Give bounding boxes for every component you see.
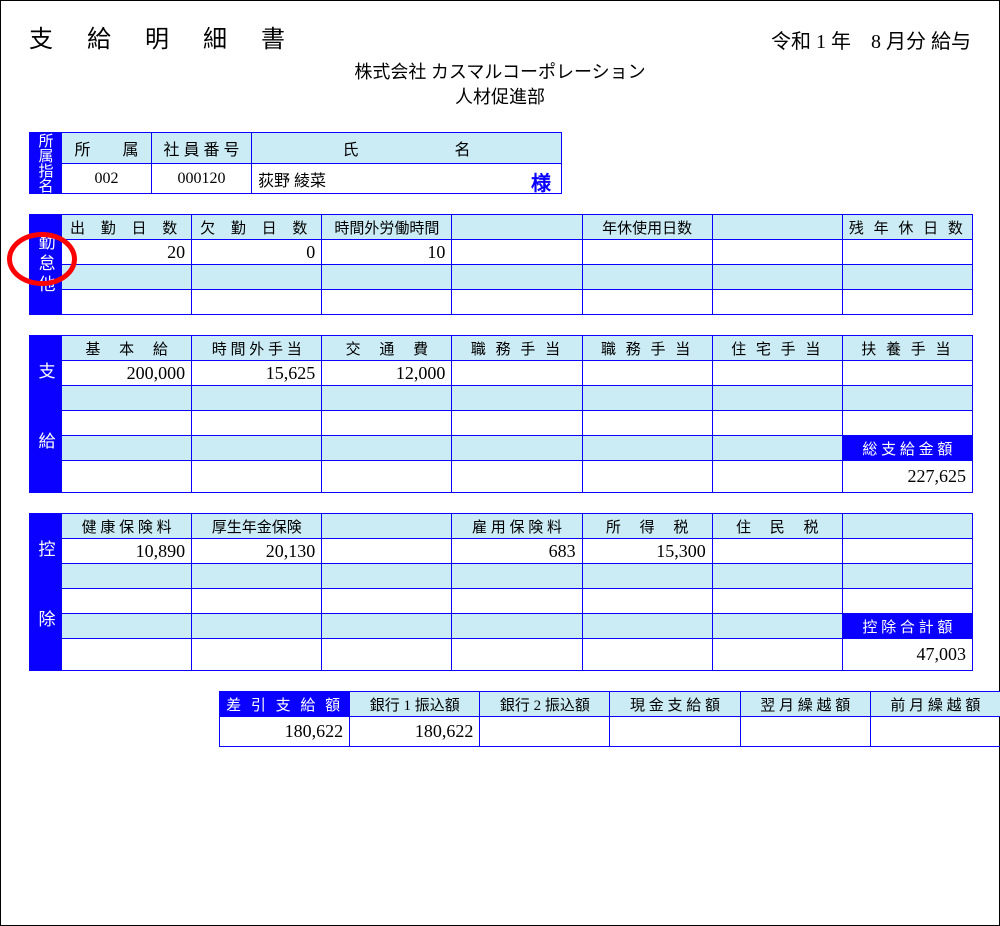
sum-v0: 180,622 <box>220 717 350 747</box>
sum-h5: 前 月 繰 越 額 <box>870 692 1000 717</box>
kojo-section: 控 除 健 康 保 険 料 厚生年金保険 雇 用 保 険 料 所 得 税 住 民… <box>29 513 973 671</box>
kojo-h5: 住 民 税 <box>712 514 842 539</box>
kojo-total: 47,003 <box>842 639 972 671</box>
sum-v3 <box>610 717 740 747</box>
kojo-side-label: 控 除 <box>29 513 61 671</box>
emp-h-name: 氏 名 <box>252 133 562 164</box>
kojo-h2 <box>322 514 452 539</box>
emp-id: 000120 <box>152 163 252 194</box>
shikyu-v4 <box>582 361 712 386</box>
shikyu-v5 <box>712 361 842 386</box>
summary-table: 差 引 支 給 額 銀行 1 振込額 銀行 2 振込額 現 金 支 給 額 翌 … <box>219 691 1000 747</box>
kojo-v0: 10,890 <box>62 539 192 564</box>
shikyu-h0: 基 本 給 <box>62 336 192 361</box>
kintai-v6 <box>842 240 972 265</box>
sum-v1: 180,622 <box>350 717 480 747</box>
shikyu-side-label: 支 給 <box>29 335 61 493</box>
kojo-v6 <box>842 539 972 564</box>
kojo-h1: 厚生年金保険 <box>192 514 322 539</box>
shikyu-h1: 時 間 外 手 当 <box>192 336 322 361</box>
emp-h-id: 社 員 番 号 <box>152 133 252 164</box>
emp-name-cell: 荻野 綾菜 様 <box>252 163 562 194</box>
emp-side-label: 所属指名 <box>29 132 61 194</box>
kintai-v2: 10 <box>322 240 452 265</box>
shikyu-h2: 交 通 費 <box>322 336 452 361</box>
employee-table: 所 属 社 員 番 号 氏 名 002 000120 荻野 綾菜 様 <box>61 132 562 194</box>
kojo-v5 <box>712 539 842 564</box>
kojo-v1: 20,130 <box>192 539 322 564</box>
department: 人材促進部 <box>29 85 971 110</box>
emp-dept: 002 <box>62 163 152 194</box>
sama-suffix: 様 <box>531 167 551 196</box>
company-name: 株式会社 カスマルコーポレーション <box>29 60 971 85</box>
kintai-v5 <box>712 240 842 265</box>
shikyu-v2: 12,000 <box>322 361 452 386</box>
kintai-side-label: 勤怠他 <box>29 214 61 315</box>
emp-h-dept: 所 属 <box>62 133 152 164</box>
summary-block: 差 引 支 給 額 銀行 1 振込額 銀行 2 振込額 現 金 支 給 額 翌 … <box>219 691 1000 747</box>
shikyu-h5: 住 宅 手 当 <box>712 336 842 361</box>
kintai-section: 勤怠他 出 勤 日 数 欠 勤 日 数 時間外労働時間 年休使用日数 残 年 休… <box>29 214 973 315</box>
sum-v5 <box>870 717 1000 747</box>
shikyu-h3: 職 務 手 当 <box>452 336 582 361</box>
sum-h3: 現 金 支 給 額 <box>610 692 740 717</box>
kintai-table: 出 勤 日 数 欠 勤 日 数 時間外労働時間 年休使用日数 残 年 休 日 数… <box>61 214 973 315</box>
shikyu-v6 <box>842 361 972 386</box>
kintai-h0: 出 勤 日 数 <box>62 215 192 240</box>
kintai-h2: 時間外労働時間 <box>322 215 452 240</box>
kojo-h3: 雇 用 保 険 料 <box>452 514 582 539</box>
shikyu-v3 <box>452 361 582 386</box>
kintai-v3 <box>452 240 582 265</box>
sum-h2: 銀行 2 振込額 <box>480 692 610 717</box>
sum-v2 <box>480 717 610 747</box>
kintai-h6: 残 年 休 日 数 <box>842 215 972 240</box>
kojo-table: 健 康 保 険 料 厚生年金保険 雇 用 保 険 料 所 得 税 住 民 税 1… <box>61 513 973 671</box>
kintai-h5 <box>712 215 842 240</box>
shikyu-v0: 200,000 <box>62 361 192 386</box>
kojo-v3: 683 <box>452 539 582 564</box>
company-block: 株式会社 カスマルコーポレーション 人材促進部 <box>29 60 971 110</box>
kojo-h0: 健 康 保 険 料 <box>62 514 192 539</box>
shikyu-total: 227,625 <box>842 461 972 493</box>
kintai-h3 <box>452 215 582 240</box>
kojo-h6 <box>842 514 972 539</box>
kintai-v0: 20 <box>62 240 192 265</box>
kintai-v1: 0 <box>192 240 322 265</box>
kojo-v4: 15,300 <box>582 539 712 564</box>
header-row: 支 給 明 細 書 令和 1 年 8 月分 給与 <box>29 19 971 54</box>
emp-name: 荻野 綾菜 <box>258 173 326 190</box>
shikyu-v1: 15,625 <box>192 361 322 386</box>
shikyu-h4: 職 務 手 当 <box>582 336 712 361</box>
shikyu-section: 支 給 基 本 給 時 間 外 手 当 交 通 費 職 務 手 当 職 務 手 … <box>29 335 973 493</box>
sum-h4: 翌 月 繰 越 額 <box>740 692 870 717</box>
kojo-total-label: 控 除 合 計 額 <box>842 614 972 639</box>
kintai-h1: 欠 勤 日 数 <box>192 215 322 240</box>
shikyu-h6: 扶 養 手 当 <box>842 336 972 361</box>
kojo-v2 <box>322 539 452 564</box>
employee-block: 所属指名 所 属 社 員 番 号 氏 名 002 000120 荻野 綾菜 様 <box>29 132 562 194</box>
sum-v4 <box>740 717 870 747</box>
payslip-page: 支 給 明 細 書 令和 1 年 8 月分 給与 株式会社 カスマルコーポレーシ… <box>0 0 1000 926</box>
sum-h1: 銀行 1 振込額 <box>350 692 480 717</box>
pay-period: 令和 1 年 8 月分 給与 <box>771 25 971 54</box>
shikyu-table: 基 本 給 時 間 外 手 当 交 通 費 職 務 手 当 職 務 手 当 住 … <box>61 335 973 493</box>
kintai-h4: 年休使用日数 <box>582 215 712 240</box>
sum-h0: 差 引 支 給 額 <box>220 692 350 717</box>
kintai-v4 <box>582 240 712 265</box>
shikyu-total-label: 総 支 給 金 額 <box>842 436 972 461</box>
doc-title: 支 給 明 細 書 <box>29 19 299 54</box>
kojo-h4: 所 得 税 <box>582 514 712 539</box>
